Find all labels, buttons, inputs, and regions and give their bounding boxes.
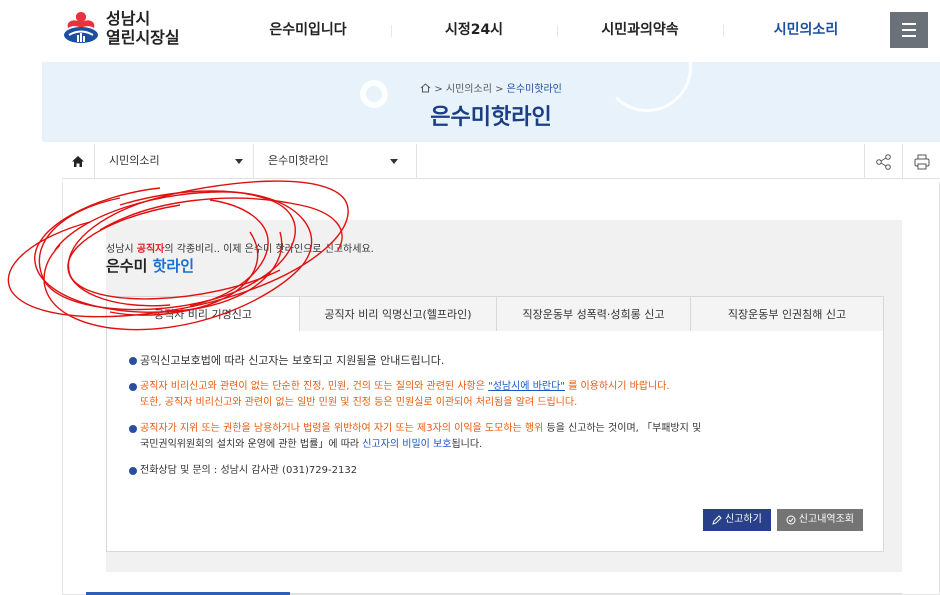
bottom-divider xyxy=(290,593,902,594)
link-seongnam-request[interactable]: "성남시에 바란다" xyxy=(488,381,565,392)
location-select-1[interactable]: 시민의소리 xyxy=(94,144,253,179)
tab-anonymous-report[interactable]: 공직자 비리 익명신고(헬프라인) xyxy=(300,296,497,332)
site-header: 성남시 열린시장실 은수미입니다 시정24시 시민과의약속 시민의소리 xyxy=(0,0,940,62)
breadcrumb-current: 은수미핫라인 xyxy=(506,84,562,95)
home-icon[interactable] xyxy=(62,144,94,179)
hamburger-icon[interactable] xyxy=(890,12,928,48)
info-bullet-4: 전화상담 및 문의 : 성남시 감사관 (031)729-2132 xyxy=(129,463,883,479)
logo-line2: 열린시장실 xyxy=(106,28,180,47)
location-bar: 시민의소리 은수미핫라인 xyxy=(62,144,940,179)
location-select-2[interactable]: 은수미핫라인 xyxy=(253,144,417,179)
info-bullet-2: 공직자 비리신고와 관련이 없는 단순한 진정, 민원, 건의 또는 질의와 관… xyxy=(129,379,883,411)
intro-text: 성남시 공직자의 각종비리.. 이제 은수미 핫라인으로 신고하세요. xyxy=(106,244,374,255)
chevron-down-icon xyxy=(235,159,243,164)
bullet-dot-icon xyxy=(129,467,137,475)
chevron-down-icon xyxy=(390,159,398,164)
print-icon[interactable] xyxy=(902,144,940,179)
share-icon[interactable] xyxy=(864,144,902,179)
logo-line1: 성남시 xyxy=(106,9,151,28)
hotline-heading: 은수미 핫라인 xyxy=(106,257,195,275)
pencil-icon xyxy=(712,515,722,525)
info-bullet-1: 공익신고보호법에 따라 신고자는 보호되고 지원됨을 안내드립니다. xyxy=(129,353,883,369)
location-tools xyxy=(864,144,940,179)
site-logo[interactable]: 성남시 열린시장실 xyxy=(60,8,180,48)
breadcrumb: > 시민의소리 > 은수미핫라인 xyxy=(42,80,940,95)
info-bullet-3: 공직자가 지위 또는 권한을 남용하거나 법령을 위반하여 자기 또는 제3자의… xyxy=(129,421,883,453)
tab-sexual-harassment-report[interactable]: 직장운동부 성폭력·성희롱 신고 xyxy=(497,296,691,332)
report-info-box: 공익신고보호법에 따라 신고자는 보호되고 지원됨을 안내드립니다. 공직자 비… xyxy=(106,331,884,552)
bullet-dot-icon xyxy=(129,383,137,391)
bullet-dot-icon xyxy=(129,357,137,365)
nav-item-city-24[interactable]: 시정24시 xyxy=(391,0,557,62)
report-tabs: 공직자 비리 기명신고 공직자 비리 익명신고(헬프라인) 직장운동부 성폭력·… xyxy=(106,296,884,332)
tab-named-report[interactable]: 공직자 비리 기명신고 xyxy=(106,296,300,332)
page-title: 은수미핫라인 xyxy=(430,105,552,130)
tab-human-rights-report[interactable]: 직장운동부 인권침해 신고 xyxy=(691,296,884,332)
nav-item-eunsumi[interactable]: 은수미입니다 xyxy=(225,0,391,62)
nav-item-citizen-voice[interactable]: 시민의소리 xyxy=(723,0,889,62)
bullet-dot-icon xyxy=(129,425,137,433)
report-button[interactable]: 신고하기 xyxy=(702,509,771,531)
report-history-button[interactable]: 신고내역조회 xyxy=(776,509,863,531)
main-nav: 은수미입니다 시정24시 시민과의약속 시민의소리 xyxy=(225,0,889,62)
breadcrumb-home-icon[interactable] xyxy=(420,83,434,95)
seongnam-logo-icon xyxy=(60,8,102,48)
page-banner: > 시민의소리 > 은수미핫라인 은수미핫라인 xyxy=(42,62,940,142)
intro-highlight: 공직자 xyxy=(136,244,165,255)
nav-item-promise[interactable]: 시민과의약속 xyxy=(557,0,723,62)
action-buttons: 신고하기 신고내역조회 xyxy=(702,509,863,531)
check-circle-icon xyxy=(786,515,796,525)
breadcrumb-parent[interactable]: 시민의소리 xyxy=(446,84,492,95)
